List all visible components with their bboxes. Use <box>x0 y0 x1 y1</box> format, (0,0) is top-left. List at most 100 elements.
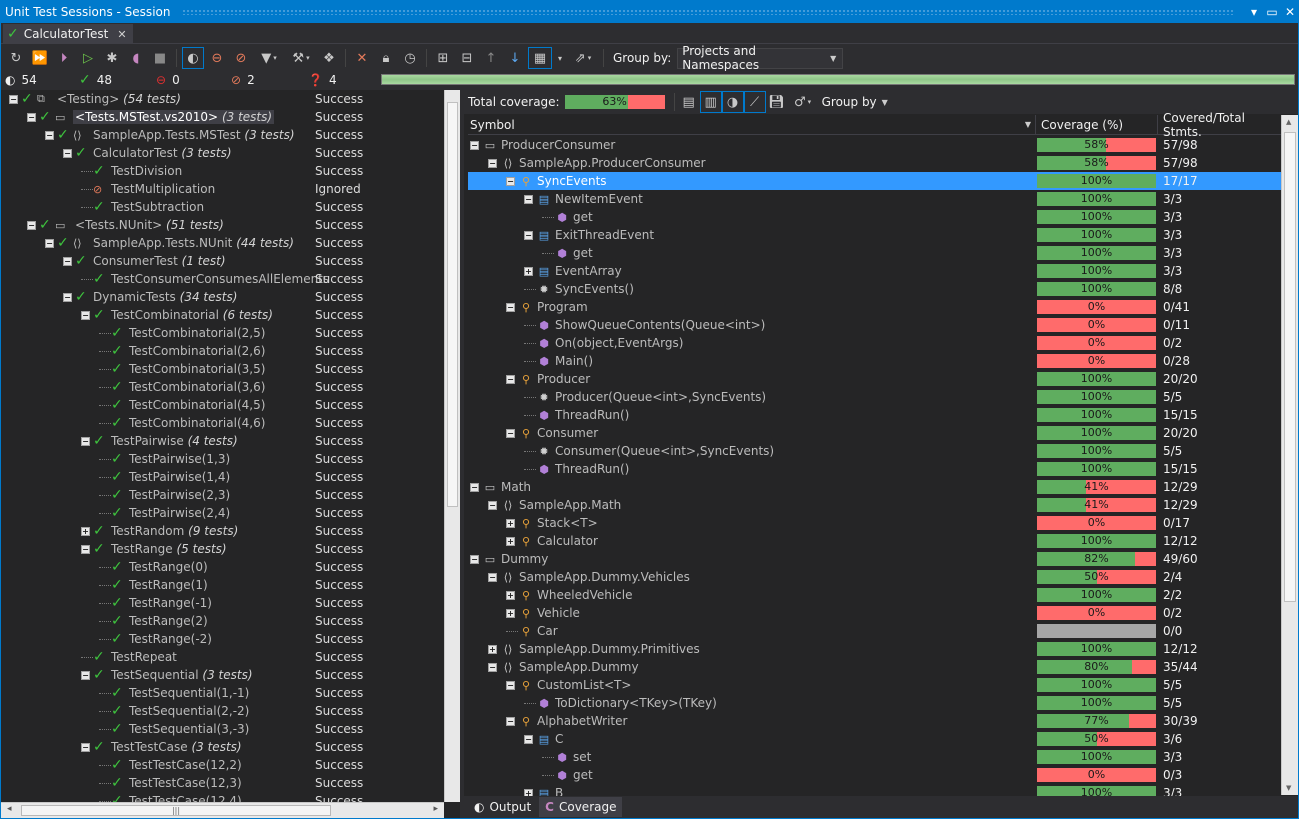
coverage-row[interactable]: ✹ Consumer(Queue<int>,SyncEvents) 100% 5/5 <box>468 442 1281 460</box>
collapse-icon[interactable]: − <box>470 482 479 492</box>
collapse-icon[interactable]: − <box>81 436 90 446</box>
collapse-icon[interactable]: − <box>470 554 479 564</box>
collapse-all-icon[interactable]: ⊟ <box>456 47 478 69</box>
test-row[interactable]: ✓ TestRange(1) Success <box>1 576 444 594</box>
collapse-icon[interactable]: − <box>81 544 90 554</box>
collapse-icon[interactable]: − <box>506 428 515 438</box>
collapse-icon[interactable]: − <box>524 230 533 240</box>
test-row[interactable]: ⊘ TestMultiplication Ignored <box>1 180 444 198</box>
test-row[interactable]: − ✓ TestPairwise (4 tests) Success <box>1 432 444 450</box>
test-row[interactable]: ✓ TestTestCase(12,3) Success <box>1 774 444 792</box>
coverage-row[interactable]: ✹ Producer(Queue<int>,SyncEvents) 100% 5/5 <box>468 388 1281 406</box>
close-tab-icon[interactable]: ✕ <box>117 28 126 41</box>
collapse-icon[interactable]: − <box>27 112 36 122</box>
test-row[interactable]: ✓ TestCombinatorial(2,5) Success <box>1 324 444 342</box>
test-row[interactable]: ✓ TestCombinatorial(4,5) Success <box>1 396 444 414</box>
maximize-button[interactable]: ▭ <box>1263 5 1281 19</box>
show-tests-icon[interactable]: ◑ <box>721 91 744 113</box>
remove-icon[interactable]: ✕ <box>351 47 373 69</box>
coverage-row[interactable]: − ⟨⟩ SampleApp.ProducerConsumer 58% 57/98 <box>468 154 1281 172</box>
coverage-group-by-button[interactable]: Group by <box>822 95 877 109</box>
collapse-icon[interactable]: − <box>81 310 90 320</box>
coverage-row[interactable]: − ▭ Dummy 82% 49/60 <box>468 550 1281 568</box>
test-row[interactable]: ✓ TestRange(-2) Success <box>1 630 444 648</box>
test-row[interactable]: ✓ TestRange(-1) Success <box>1 594 444 612</box>
filter-icon[interactable]: ▼ ▾ <box>254 47 284 69</box>
collapse-icon[interactable]: − <box>506 374 515 384</box>
test-row[interactable]: ✓ TestPairwise(1,3) Success <box>1 450 444 468</box>
collapse-icon[interactable]: − <box>524 194 533 204</box>
previous-arrow-up-icon[interactable]: ↑ <box>480 47 502 69</box>
coverage-row[interactable]: ⬢ ToDictionary<TKey>(TKey) 100% 5/5 <box>468 694 1281 712</box>
cover-icon[interactable]: ◖ <box>125 47 147 69</box>
expand-icon[interactable]: + <box>524 266 533 276</box>
coverage-row[interactable]: ⬢ set 100% 3/3 <box>468 748 1281 766</box>
tab-coverage[interactable]: C Coverage <box>539 797 623 817</box>
coverage-row[interactable]: + ▤ EventArray 100% 3/3 <box>468 262 1281 280</box>
collapse-icon[interactable]: − <box>470 140 479 150</box>
test-row[interactable]: − ✓ ⧉ <Testing> (54 tests) Success <box>1 90 444 108</box>
scroll-down-arrow-icon[interactable]: ▼ <box>1286 784 1291 792</box>
coverage-row[interactable]: ✹ SyncEvents() 100% 8/8 <box>468 280 1281 298</box>
show-failed-icon[interactable]: ⊖ <box>206 47 228 69</box>
test-row[interactable]: ✓ TestPairwise(2,3) Success <box>1 486 444 504</box>
coverage-row[interactable]: − ⟨⟩ SampleApp.Dummy.Vehicles 50% 2/4 <box>468 568 1281 586</box>
expand-icon[interactable]: + <box>524 788 533 796</box>
debug-bug-icon[interactable]: ✱ <box>101 47 123 69</box>
test-row[interactable]: + ✓ TestRandom (9 tests) Success <box>1 522 444 540</box>
test-row[interactable]: ✓ TestSequential(3,-3) Success <box>1 720 444 738</box>
coverage-row[interactable]: ⬢ Main() 0% 0/28 <box>468 352 1281 370</box>
test-row[interactable]: − ✓ TestRange (5 tests) Success <box>1 540 444 558</box>
collapse-icon[interactable]: − <box>63 148 72 158</box>
coverage-row[interactable]: − ⟨⟩ SampleApp.Math 41% 12/29 <box>468 496 1281 514</box>
collapse-icon[interactable]: − <box>506 176 515 186</box>
coverage-row[interactable]: ⬢ get 100% 3/3 <box>468 208 1281 226</box>
chevron-down-icon[interactable]: ▼ <box>882 98 888 107</box>
test-row[interactable]: − ✓ ⟨⟩ SampleApp.Tests.NUnit (44 tests) Succ… <box>1 234 444 252</box>
column-header-symbol[interactable]: Symbol ▼ <box>468 114 1036 135</box>
tab-output[interactable]: ◐ Output <box>468 797 537 817</box>
history-clock-icon[interactable]: ◷ <box>399 47 421 69</box>
coverage-row[interactable]: − ▤ ExitThreadEvent 100% 3/3 <box>468 226 1281 244</box>
coverage-row[interactable]: ⬢ get 100% 3/3 <box>468 244 1281 262</box>
coverage-vertical-scrollbar[interactable]: ▲ ▼ <box>1281 115 1298 795</box>
coverage-row[interactable]: + ⚲ Calculator 100% 12/12 <box>468 532 1281 550</box>
coverage-row[interactable]: ⚲ Car 0/0 <box>468 622 1281 640</box>
test-row[interactable]: ✓ TestConsumerConsumesAllElements Success <box>1 270 444 288</box>
test-row[interactable]: − ✓ ▭ <Tests.MSTest.vs2010> (3 tests) Succes… <box>1 108 444 126</box>
expand-icon[interactable]: + <box>506 536 515 546</box>
collapse-icon[interactable]: − <box>27 220 36 230</box>
coverage-highlight-icon[interactable]: ▤ <box>678 91 700 113</box>
passed-tests-counter[interactable]: ✓ 48 <box>79 72 112 88</box>
coverage-row[interactable]: ⬢ ThreadRun() 100% 15/15 <box>468 406 1281 424</box>
test-row[interactable]: − ✓ TestSequential (3 tests) Success <box>1 666 444 684</box>
highlight-code-icon[interactable]: ⟋ <box>743 91 766 113</box>
total-tests-counter[interactable]: ◐ 54 <box>5 73 37 87</box>
lock-icon[interactable]: 🔒︎ <box>375 47 397 69</box>
run-icon[interactable]: ▷ <box>77 47 99 69</box>
group-by-select[interactable]: Projects and Namespaces ▼ <box>677 44 844 72</box>
collapse-icon[interactable]: − <box>45 130 54 140</box>
collapse-icon[interactable]: − <box>9 94 18 104</box>
close-window-button[interactable]: ✕ <box>1281 5 1299 19</box>
coverage-row[interactable]: ⬢ get 0% 0/3 <box>468 766 1281 784</box>
scroll-left-arrow-icon[interactable]: ◂ <box>7 804 12 814</box>
expand-icon[interactable]: + <box>506 518 515 528</box>
coverage-row[interactable]: − ⚲ CustomList<T> 100% 5/5 <box>468 676 1281 694</box>
collapse-icon[interactable]: − <box>506 680 515 690</box>
layout-icon[interactable]: ▦ <box>528 47 552 69</box>
coverage-row[interactable]: + ▤ B 100% 3/3 <box>468 784 1281 796</box>
expand-icon[interactable]: + <box>488 644 497 654</box>
test-row[interactable]: ✓ TestCombinatorial(4,6) Success <box>1 414 444 432</box>
collapse-icon[interactable]: − <box>506 716 515 726</box>
inconclusive-tests-counter[interactable]: ❓ 4 <box>308 73 337 87</box>
coverage-row[interactable]: − ⚲ Program 0% 0/41 <box>468 298 1281 316</box>
expand-icon[interactable]: + <box>81 526 90 536</box>
coverage-row[interactable]: − ⟨⟩ SampleApp.Dummy 80% 35/44 <box>468 658 1281 676</box>
test-row[interactable]: − ✓ ⟨⟩ SampleApp.Tests.MSTest (3 tests) Succ… <box>1 126 444 144</box>
show-all-tests-icon[interactable]: ◐ <box>182 47 204 69</box>
refresh-icon[interactable]: ↻ <box>5 47 27 69</box>
expand-icon[interactable]: + <box>506 590 515 600</box>
test-row[interactable]: − ✓ ▭ <Tests.NUnit> (51 tests) Success <box>1 216 444 234</box>
test-row[interactable]: ✓ TestCombinatorial(2,6) Success <box>1 342 444 360</box>
